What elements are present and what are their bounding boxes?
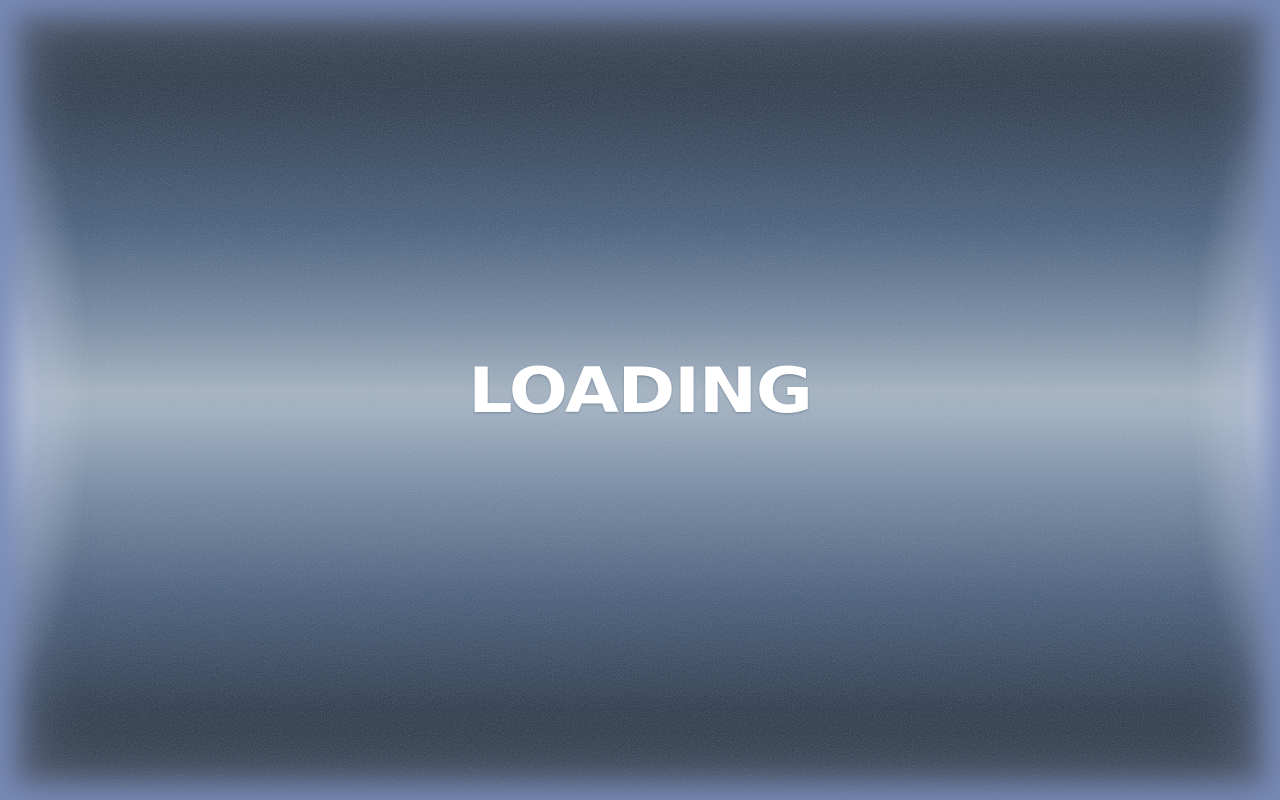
loading-screen: LOADING bbox=[0, 0, 1280, 800]
loading-label: LOADING bbox=[468, 354, 813, 427]
